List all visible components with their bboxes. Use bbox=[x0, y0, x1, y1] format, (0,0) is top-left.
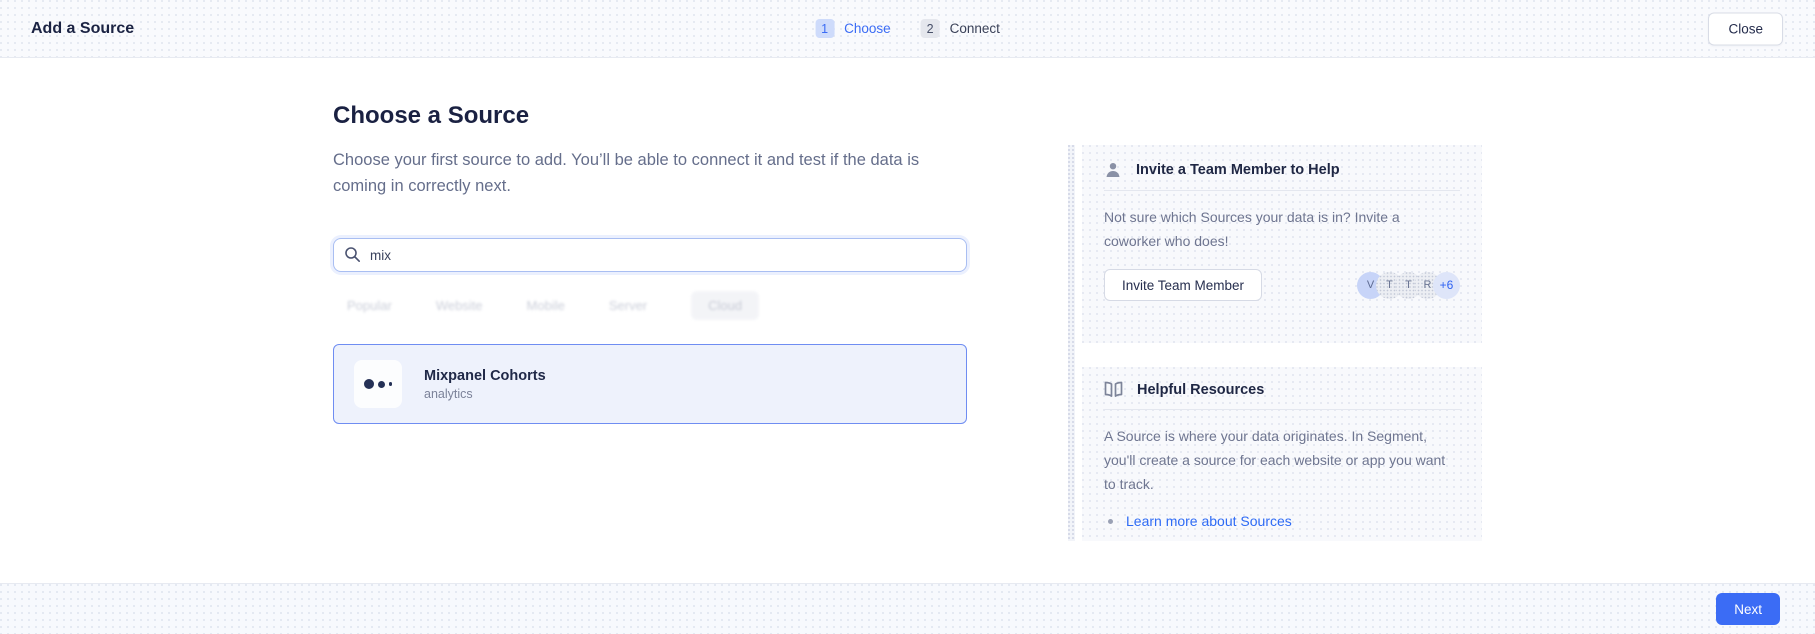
invite-actions-row: Invite Team Member V T T R +6 bbox=[1104, 269, 1460, 301]
invite-card-title: Invite a Team Member to Help bbox=[1136, 162, 1340, 178]
invite-team-member-button[interactable]: Invite Team Member bbox=[1104, 269, 1262, 301]
main-column: Choose a Source Choose your first source… bbox=[333, 58, 967, 424]
helpful-resources-card: Helpful Resources A Source is where your… bbox=[1082, 367, 1482, 541]
bullet-dot-icon bbox=[1108, 519, 1113, 524]
mixpanel-dots-logo bbox=[354, 360, 402, 408]
resource-link-item: Learn more about Sources bbox=[1104, 513, 1460, 529]
header-bar: Add a Source 1 Choose 2 Connect Close bbox=[0, 0, 1815, 58]
step-choose-label: Choose bbox=[844, 21, 891, 36]
divider bbox=[1104, 409, 1460, 410]
result-text: Mixpanel Cohorts analytics bbox=[424, 368, 546, 401]
content-area: Choose a Source Choose your first source… bbox=[0, 58, 1815, 583]
source-category: analytics bbox=[424, 387, 546, 401]
source-name: Mixpanel Cohorts bbox=[424, 368, 546, 384]
person-icon bbox=[1104, 161, 1122, 179]
footer-bar: Next bbox=[0, 583, 1815, 634]
divider bbox=[1104, 190, 1460, 191]
step-choose[interactable]: 1 Choose bbox=[815, 19, 891, 38]
source-result-mixpanel-cohorts[interactable]: Mixpanel Cohorts analytics bbox=[333, 344, 967, 424]
tab-mobile[interactable]: Mobile bbox=[527, 298, 565, 313]
avatar-overflow-badge: +6 bbox=[1433, 272, 1460, 299]
category-tabs: Popular Website Mobile Server Cloud bbox=[333, 290, 967, 320]
search-icon bbox=[344, 246, 361, 263]
sidebar-texture-strip bbox=[1068, 145, 1075, 541]
add-source-page: Add a Source 1 Choose 2 Connect Close Ch… bbox=[0, 0, 1815, 634]
close-button[interactable]: Close bbox=[1708, 12, 1783, 45]
page-title: Add a Source bbox=[31, 20, 134, 38]
source-search bbox=[333, 238, 967, 272]
tab-website[interactable]: Website bbox=[436, 298, 483, 313]
step-choose-number: 1 bbox=[815, 19, 834, 38]
invite-team-card: Invite a Team Member to Help Not sure wh… bbox=[1082, 145, 1482, 343]
resources-card-header: Helpful Resources bbox=[1104, 367, 1460, 398]
resources-card-body: A Source is where your data originates. … bbox=[1104, 424, 1460, 496]
step-connect-label: Connect bbox=[950, 21, 1000, 36]
next-button[interactable]: Next bbox=[1716, 593, 1780, 625]
resources-card-title: Helpful Resources bbox=[1137, 382, 1264, 398]
invite-card-body: Not sure which Sources your data is in? … bbox=[1104, 205, 1460, 253]
section-heading: Choose a Source bbox=[333, 102, 967, 130]
book-icon bbox=[1104, 381, 1123, 398]
invite-card-header: Invite a Team Member to Help bbox=[1104, 145, 1460, 179]
learn-more-sources-link[interactable]: Learn more about Sources bbox=[1126, 513, 1292, 529]
section-description: Choose your first source to add. You’ll … bbox=[333, 147, 933, 199]
search-input[interactable] bbox=[333, 238, 967, 272]
tab-server[interactable]: Server bbox=[609, 298, 647, 313]
tab-popular[interactable]: Popular bbox=[347, 298, 392, 313]
wizard-steps: 1 Choose 2 Connect bbox=[815, 0, 1000, 57]
tab-cloud[interactable]: Cloud bbox=[691, 291, 759, 320]
step-connect-number: 2 bbox=[921, 19, 940, 38]
team-avatars: V T T R +6 bbox=[1357, 272, 1460, 299]
step-connect[interactable]: 2 Connect bbox=[921, 19, 1000, 38]
